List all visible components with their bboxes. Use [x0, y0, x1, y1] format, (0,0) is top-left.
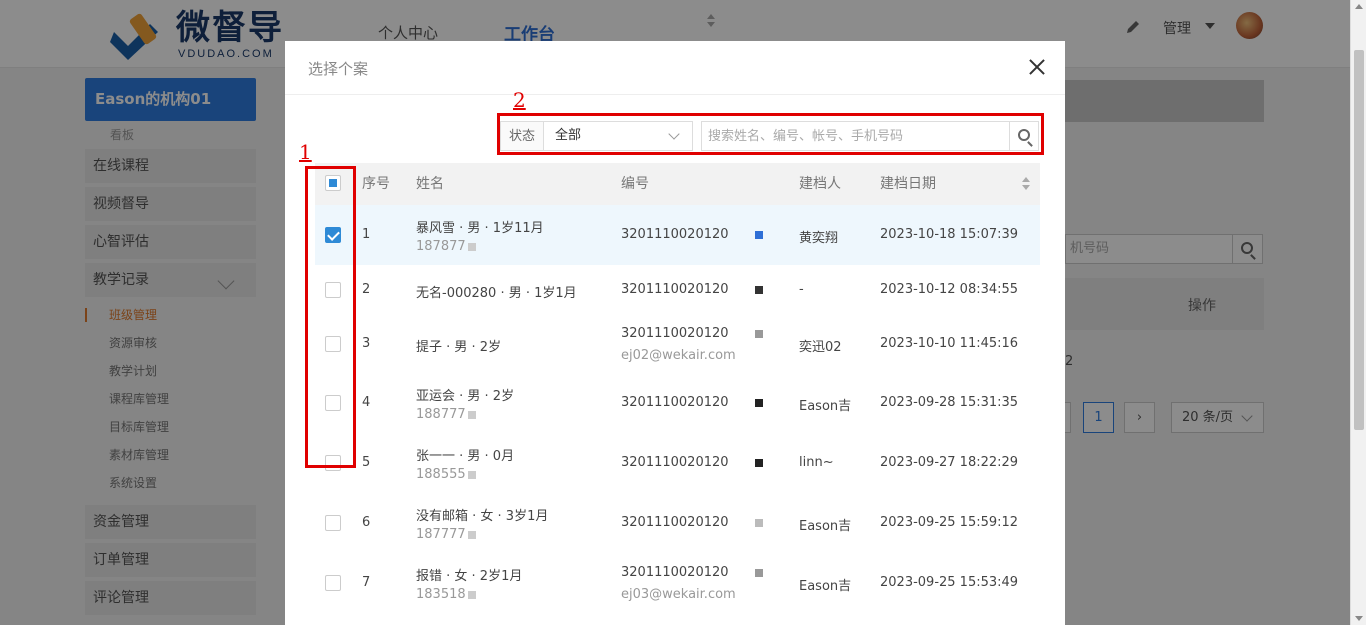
row-date: 2023-09-25 15:59:12 [880, 515, 1019, 530]
row-date: 2023-09-25 15:53:49 [880, 575, 1019, 590]
row-creator: Eason吉 [799, 579, 852, 594]
row-name: 张一一 · 男 · 0月 [416, 449, 515, 464]
masked-data [467, 530, 476, 539]
row-email: ej03@wekair.com [621, 587, 736, 602]
row-phone-text: 187877 [416, 239, 466, 254]
row-name: 报错 · 女 · 2岁1月 [416, 569, 523, 584]
annotation-box-checkboxes [305, 166, 356, 468]
table-header: 序号 姓名 编号 建档人 建档日期 [315, 163, 1040, 205]
scroll-down-icon[interactable] [1355, 616, 1363, 621]
row-code-text: 3201110020120 [621, 282, 729, 297]
row-creator: Eason吉 [799, 519, 852, 534]
column-name: 姓名 [416, 176, 444, 192]
modal-title: 选择个案 [308, 60, 369, 78]
row-creator: 黄奕翔 [799, 231, 839, 246]
row-no: 3 [362, 336, 371, 351]
masked-data [754, 398, 763, 407]
row-creator: linn~ [799, 455, 834, 470]
annotation-label-1: 1 [299, 140, 312, 164]
row-phone: 188777 [416, 407, 476, 422]
row-code-text: 3201110020120 [621, 227, 729, 242]
row-name: 没有邮箱 · 女 · 3岁1月 [416, 509, 549, 524]
row-date: 2023-09-28 15:31:35 [880, 395, 1019, 410]
row-phone: 187777 [416, 527, 476, 542]
row-code: 3201110020120 [621, 455, 763, 470]
row-no: 5 [362, 455, 371, 470]
masked-data [467, 410, 476, 419]
row-code-text: 3201110020120 [621, 395, 729, 410]
modal-header: 选择个案 [285, 41, 1065, 95]
row-code-text: 3201110020120 [621, 455, 729, 470]
masked-data [467, 470, 476, 479]
row-creator: 奕迅02 [799, 340, 842, 355]
row-name: 暴风雪 · 男 · 1岁11月 [416, 221, 544, 236]
row-code: 3201110020120 [621, 326, 763, 341]
row-no: 6 [362, 515, 371, 530]
masked-data [467, 242, 476, 251]
annotation-label-2: 2 [513, 88, 526, 112]
masked-data [467, 590, 476, 599]
row-checkbox[interactable] [325, 575, 341, 591]
row-date: 2023-10-18 15:07:39 [880, 227, 1019, 242]
row-no: 1 [362, 227, 371, 242]
row-creator: Eason吉 [799, 399, 852, 414]
page-scrollbar[interactable] [1350, 0, 1366, 625]
sort-icon[interactable] [1022, 177, 1030, 191]
annotation-box-filter [497, 113, 1044, 155]
row-no: 4 [362, 395, 371, 410]
scroll-thumb[interactable] [1354, 50, 1364, 430]
masked-data [754, 568, 763, 577]
row-name: 无名-000280 · 男 · 1岁1月 [416, 286, 577, 301]
column-creator: 建档人 [799, 176, 841, 192]
column-date[interactable]: 建档日期 [880, 163, 936, 205]
table-row[interactable]: 3 提子 · 男 · 2岁 3201110020120 ej02@wekair.com… [315, 315, 1040, 373]
row-phone-text: 188777 [416, 407, 466, 422]
row-code: 3201110020120 [621, 395, 763, 410]
row-code-text: 3201110020120 [621, 515, 729, 530]
row-date: 2023-10-10 11:45:16 [880, 336, 1019, 351]
table-row[interactable]: 5 张一一 · 男 · 0月 188555 3201110020120 linn~ 202… [315, 433, 1040, 493]
row-phone-text: 183518 [416, 587, 466, 602]
row-no: 2 [362, 282, 371, 297]
table-row[interactable]: 4 亚运会 · 男 · 2岁 188777 3201110020120 Eason吉 20… [315, 373, 1040, 433]
masked-data [754, 230, 763, 239]
row-code: 3201110020120 [621, 282, 763, 297]
row-date: 2023-10-12 08:34:55 [880, 282, 1019, 297]
row-code: 3201110020120 [621, 565, 763, 580]
scroll-up-icon[interactable] [1355, 4, 1363, 9]
row-email: ej02@wekair.com [621, 348, 736, 363]
table-row[interactable]: 7 报错 · 女 · 2岁1月 183518 3201110020120 ej03@we… [315, 553, 1040, 613]
row-checkbox[interactable] [325, 515, 341, 531]
row-phone: 187877 [416, 239, 476, 254]
row-phone: 188555 [416, 467, 476, 482]
row-name: 提子 · 男 · 2岁 [416, 340, 502, 355]
row-creator: - [799, 282, 804, 297]
column-no: 序号 [362, 176, 390, 192]
row-phone-text: 188555 [416, 467, 466, 482]
table-row[interactable]: 2 无名-000280 · 男 · 1岁1月 3201110020120 - 2023-… [315, 265, 1040, 315]
masked-data [754, 518, 763, 527]
close-icon[interactable] [1029, 59, 1045, 75]
masked-data [754, 329, 763, 338]
table-row[interactable]: 1 暴风雪 · 男 · 1岁11月 187877 3201110020120 黄奕翔 20… [315, 205, 1040, 265]
row-code: 3201110020120 [621, 515, 763, 530]
row-date: 2023-09-27 18:22:29 [880, 455, 1019, 470]
table-row[interactable]: 6 没有邮箱 · 女 · 3岁1月 187777 3201110020120 Eason… [315, 493, 1040, 553]
row-no: 7 [362, 575, 371, 590]
row-phone: 183518 [416, 587, 476, 602]
row-phone-text: 187777 [416, 527, 466, 542]
masked-data [754, 458, 763, 467]
column-code: 编号 [621, 176, 649, 192]
row-code-text: 3201110020120 [621, 565, 729, 580]
row-code-text: 3201110020120 [621, 326, 729, 341]
row-name: 亚运会 · 男 · 2岁 [416, 389, 515, 404]
case-table: 序号 姓名 编号 建档人 建档日期 1 暴风雪 · 男 · 1岁11月 187877… [315, 163, 1040, 602]
row-code: 3201110020120 [621, 227, 763, 242]
masked-data [754, 285, 763, 294]
